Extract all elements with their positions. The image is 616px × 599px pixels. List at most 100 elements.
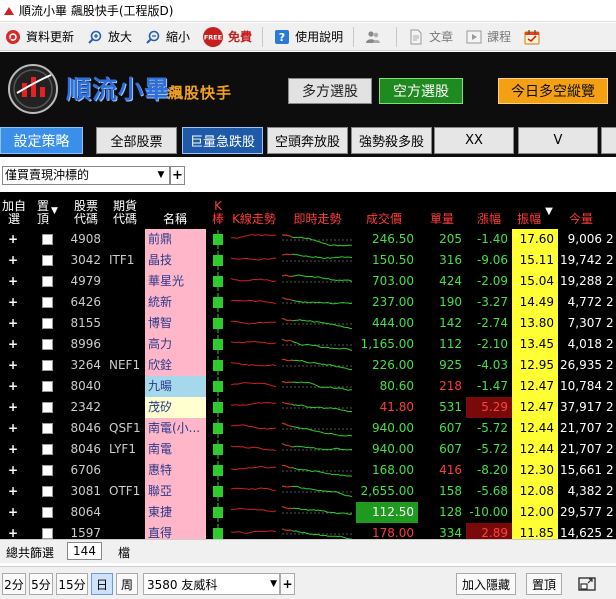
table-row[interactable]: +4979 華星光 703.00 424 -2.09 15.04 19,288 2	[0, 271, 616, 292]
header-code[interactable]: 股票代碼	[68, 192, 104, 229]
table-row[interactable]: +8046 LYF1 南電 940.00 607 -5.72 12.44 21,707 2	[0, 439, 616, 460]
header-add[interactable]: 加自選	[0, 192, 28, 229]
stock-name[interactable]: 華星光	[145, 271, 206, 292]
table-row[interactable]: +2342 茂矽 41.80 531 5.29 12.47 37,917 2	[0, 397, 616, 418]
pin-checkbox[interactable]	[42, 297, 53, 308]
filter-dropdown[interactable]: 僅買賣現沖標的 ▼	[2, 166, 170, 185]
add-to-watchlist-button[interactable]: +	[2, 313, 24, 334]
course-button[interactable]: 課程	[461, 25, 511, 49]
pin-checkbox[interactable]	[42, 381, 53, 392]
long-selection-button[interactable]: 多方選股	[288, 78, 372, 104]
stock-search-input[interactable]: 3580 友威科 ▼	[143, 573, 280, 595]
tab-bear-breakout[interactable]: 空頭奔放股	[267, 127, 348, 154]
tab-v[interactable]: V	[518, 127, 598, 154]
pin-checkbox[interactable]	[42, 318, 53, 329]
free-button[interactable]: FREE 免費	[198, 25, 252, 49]
tab-all-stocks[interactable]: 全部股票	[96, 127, 177, 154]
header-kline[interactable]: K線走勢	[229, 192, 279, 229]
table-row[interactable]: +6426 統新 237.00 190 -3.27 14.49 4,772 2	[0, 292, 616, 313]
pin-checkbox[interactable]	[42, 465, 53, 476]
table-row[interactable]: +3042 ITF1 晶技 150.50 316 -9.06 15.11 19,742 2	[0, 250, 616, 271]
period-2min[interactable]: 2分	[2, 573, 26, 595]
period-15min[interactable]: 15分	[56, 573, 88, 595]
header-change[interactable]: 漲幅	[466, 192, 512, 229]
add-to-watchlist-button[interactable]: +	[2, 229, 24, 250]
zoom-out-button[interactable]: 縮小	[140, 25, 190, 49]
stock-name[interactable]: 聯亞	[145, 481, 206, 502]
pin-checkbox[interactable]	[42, 360, 53, 371]
tab-more[interactable]	[601, 127, 616, 154]
add-to-watchlist-button[interactable]: +	[2, 376, 24, 397]
add-to-watchlist-button[interactable]: +	[2, 523, 24, 539]
header-future[interactable]: 期貨代碼	[108, 192, 142, 229]
stock-name[interactable]: 九暘	[145, 376, 206, 397]
add-to-watchlist-button[interactable]: +	[2, 502, 24, 523]
add-to-watchlist-button[interactable]: +	[2, 271, 24, 292]
pin-checkbox[interactable]	[42, 507, 53, 518]
pin-checkbox[interactable]	[42, 276, 53, 287]
stock-name[interactable]: 茂矽	[145, 397, 206, 418]
stock-name[interactable]: 博智	[145, 313, 206, 334]
table-row[interactable]: +4908 前鼎 246.50 205 -1.40 17.60 9,006 2	[0, 229, 616, 250]
tab-xx[interactable]: XX	[434, 127, 514, 154]
table-row[interactable]: +1597 直得 178.00 334 2.89 11.85 14,625 2	[0, 523, 616, 539]
add-to-watchlist-button[interactable]: +	[2, 460, 24, 481]
help-button[interactable]: ? 使用說明	[269, 25, 343, 49]
pin-checkbox[interactable]	[42, 234, 53, 245]
short-selection-button[interactable]: 空方選股	[379, 78, 463, 104]
stock-search-add-button[interactable]: +	[280, 573, 295, 595]
add-to-watchlist-button[interactable]: +	[2, 292, 24, 313]
pin-checkbox[interactable]	[42, 444, 53, 455]
stock-name[interactable]: 惠特	[145, 460, 206, 481]
stock-name[interactable]: 前鼎	[145, 229, 206, 250]
table-row[interactable]: +3264 NEF1 欣銓 226.00 925 -4.03 12.95 26,935 2	[0, 355, 616, 376]
pin-top-button[interactable]: 置頂	[526, 573, 562, 595]
pin-checkbox[interactable]	[42, 486, 53, 497]
stock-name[interactable]: 高力	[145, 334, 206, 355]
add-to-watchlist-button[interactable]: +	[2, 439, 24, 460]
tab-volume-plunge[interactable]: 巨量急跌股	[182, 127, 263, 154]
header-name[interactable]: 名稱	[144, 192, 206, 229]
header-today-volume[interactable]: 今量	[558, 192, 604, 229]
header-k-bar[interactable]: K棒	[208, 192, 228, 229]
period-week[interactable]: 周	[116, 573, 138, 595]
pin-checkbox[interactable]	[42, 402, 53, 413]
header-pin[interactable]: 置頂 ▼	[30, 192, 64, 229]
stock-name[interactable]: 晶技	[145, 250, 206, 271]
period-5min[interactable]: 5分	[29, 573, 53, 595]
table-row[interactable]: +8996 高力 1,165.00 112 -2.10 13.45 4,018 2	[0, 334, 616, 355]
zoom-in-button[interactable]: 放大	[82, 25, 132, 49]
pin-checkbox[interactable]	[42, 528, 53, 539]
add-to-watchlist-button[interactable]: +	[2, 355, 24, 376]
add-hide-button[interactable]: 加入隱藏	[456, 573, 516, 595]
popout-window-button[interactable]	[570, 573, 604, 595]
calendar-button[interactable]	[519, 25, 545, 49]
users-button[interactable]	[360, 25, 386, 49]
add-to-watchlist-button[interactable]: +	[2, 481, 24, 502]
table-row[interactable]: +8040 九暘 80.60 218 -1.47 12.47 10,784 2	[0, 376, 616, 397]
article-button[interactable]: 文章	[403, 25, 453, 49]
stock-name[interactable]: 南電(小...	[145, 418, 206, 439]
header-intraday[interactable]: 即時走勢	[280, 192, 355, 229]
today-overview-button[interactable]: 今日多空縱覽	[498, 78, 608, 104]
stock-name[interactable]: 東捷	[145, 502, 206, 523]
pin-checkbox[interactable]	[42, 423, 53, 434]
tab-strong-kill-long[interactable]: 強勢殺多股	[351, 127, 432, 154]
stock-name[interactable]: 統新	[145, 292, 206, 313]
table-row[interactable]: +6706 惠特 168.00 416 -8.20 12.30 15,661 2	[0, 460, 616, 481]
table-row[interactable]: +8064 東捷 112.50 128 -10.00 12.00 29,577 2	[0, 502, 616, 523]
pin-checkbox[interactable]	[42, 255, 53, 266]
header-amplitude[interactable]: 振幅 ▼	[512, 192, 558, 229]
stock-name[interactable]: 直得	[145, 523, 206, 539]
add-to-watchlist-button[interactable]: +	[2, 334, 24, 355]
period-day[interactable]: 日	[91, 573, 113, 595]
pin-checkbox[interactable]	[42, 339, 53, 350]
add-to-watchlist-button[interactable]: +	[2, 418, 24, 439]
stock-name[interactable]: 南電	[145, 439, 206, 460]
set-strategy-button[interactable]: 設定策略	[0, 127, 83, 154]
table-row[interactable]: +8046 QSF1 南電(小... 940.00 607 -5.72 12.44 21,70…	[0, 418, 616, 439]
table-row[interactable]: +8155 博智 444.00 142 -2.74 13.80 7,307 2	[0, 313, 616, 334]
header-volume[interactable]: 單量	[418, 192, 466, 229]
table-row[interactable]: +3081 OTF1 聯亞 2,655.00 158 -5.68 12.08 4,382 2	[0, 481, 616, 502]
refresh-button[interactable]: 資料更新	[0, 25, 74, 49]
